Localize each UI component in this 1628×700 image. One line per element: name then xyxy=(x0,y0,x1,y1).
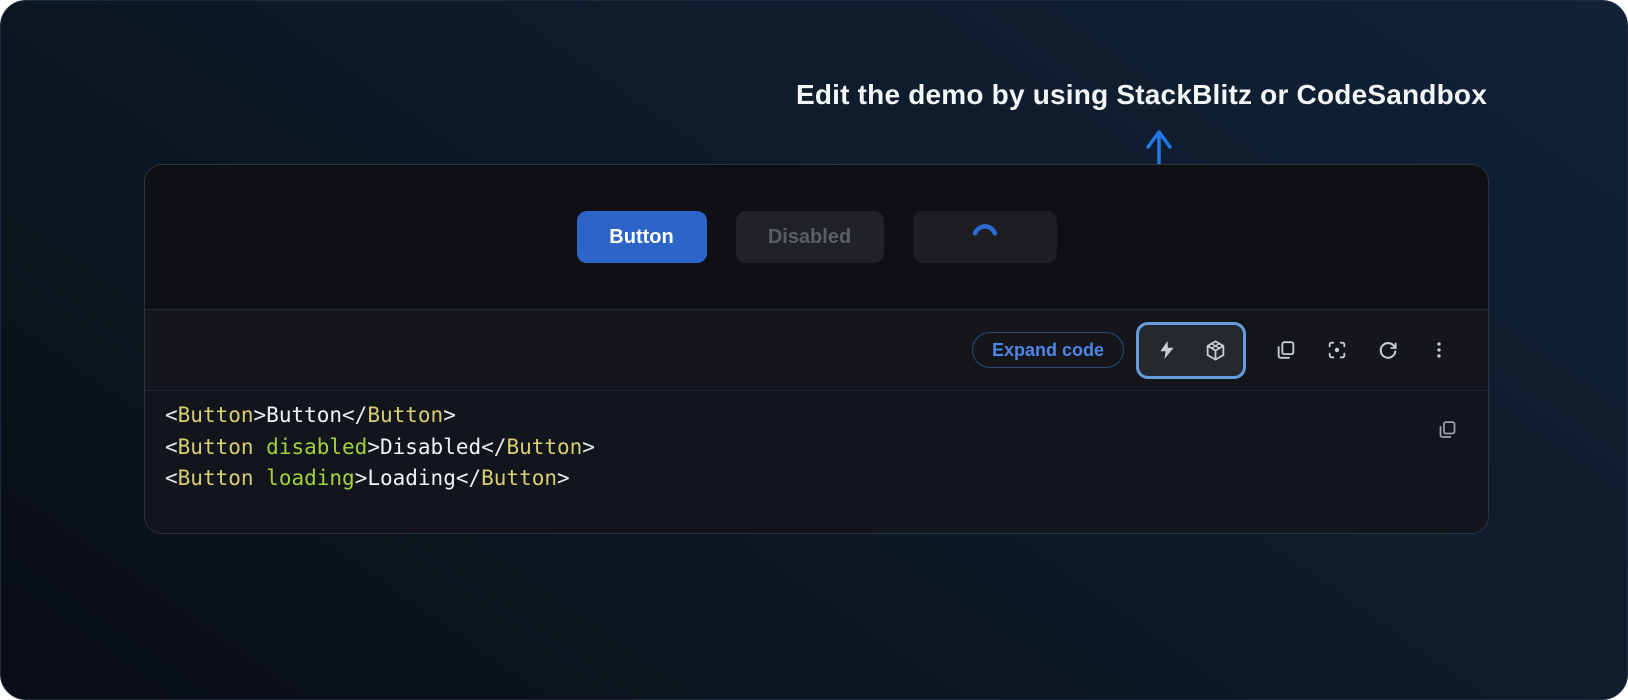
demo-toolbar: Expand code xyxy=(145,309,1488,390)
code-token: </ xyxy=(481,435,506,459)
code-token: < xyxy=(165,435,178,459)
edit-icons-highlight-group xyxy=(1136,322,1246,379)
code-token: disabled xyxy=(266,435,367,459)
code-content: <Button>Button</Button> <Button disabled… xyxy=(165,400,1468,495)
demo-preview: Button Disabled xyxy=(145,165,1488,309)
center-focus-icon[interactable] xyxy=(1326,339,1348,361)
arrow-head xyxy=(1148,132,1170,147)
code-token: > xyxy=(355,466,368,490)
demo-panel: Button Disabled Expand code xyxy=(144,164,1489,534)
code-copy-icon[interactable] xyxy=(1437,419,1458,440)
code-token: > xyxy=(557,466,570,490)
demo-button-primary[interactable]: Button xyxy=(577,211,707,263)
code-token: Button xyxy=(266,403,342,427)
loading-spinner-icon xyxy=(969,221,1001,253)
code-token: < xyxy=(165,466,178,490)
code-token: > xyxy=(582,435,595,459)
code-token: Button xyxy=(178,435,254,459)
code-token: </ xyxy=(456,466,481,490)
annotation-text: Edit the demo by using StackBlitz or Cod… xyxy=(796,79,1487,111)
code-token: > xyxy=(443,403,456,427)
code-token: < xyxy=(165,403,178,427)
code-token: Button xyxy=(178,466,254,490)
code-token: > xyxy=(367,435,380,459)
code-block: <Button>Button</Button> <Button disabled… xyxy=(145,390,1488,533)
codesandbox-icon[interactable] xyxy=(1204,339,1227,362)
code-token xyxy=(254,466,267,490)
page-background: Edit the demo by using StackBlitz or Cod… xyxy=(0,0,1628,700)
stackblitz-icon[interactable] xyxy=(1156,339,1178,361)
code-token: loading xyxy=(266,466,355,490)
code-token: Button xyxy=(481,466,557,490)
copy-icon[interactable] xyxy=(1275,339,1297,361)
more-options-icon[interactable] xyxy=(1428,339,1450,361)
demo-button-loading[interactable] xyxy=(913,211,1057,263)
expand-code-button[interactable]: Expand code xyxy=(972,332,1124,368)
code-token: Button xyxy=(178,403,254,427)
code-token: Button xyxy=(367,403,443,427)
code-token: Disabled xyxy=(380,435,481,459)
code-token: Loading xyxy=(367,466,456,490)
code-token: > xyxy=(254,403,267,427)
code-token: </ xyxy=(342,403,367,427)
refresh-icon[interactable] xyxy=(1377,339,1399,361)
code-token xyxy=(254,435,267,459)
demo-button-disabled[interactable]: Disabled xyxy=(736,211,884,263)
code-token: Button xyxy=(506,435,582,459)
